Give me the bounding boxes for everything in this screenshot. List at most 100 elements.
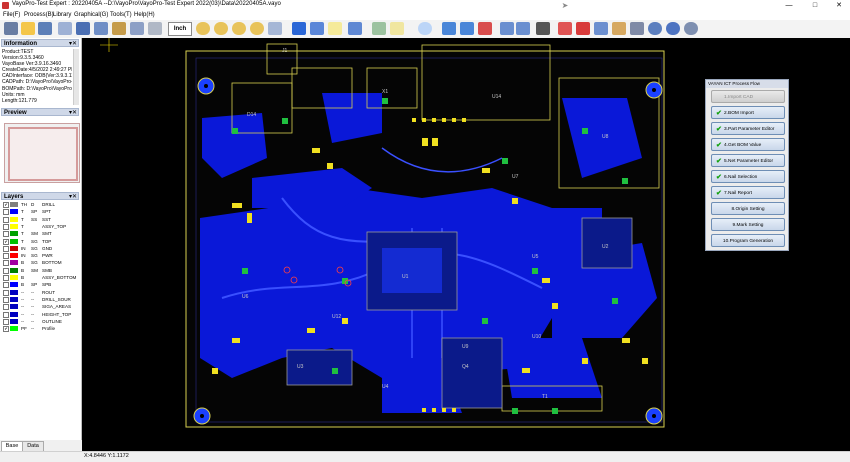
part-icon[interactable] bbox=[94, 22, 108, 35]
layer-icon[interactable] bbox=[310, 22, 324, 35]
unit-select[interactable]: Inch bbox=[168, 22, 192, 36]
layer-row[interactable]: T SS SST bbox=[2, 216, 80, 223]
layer-color-swatch[interactable] bbox=[10, 296, 18, 302]
layer-checkbox[interactable] bbox=[3, 289, 9, 296]
process-step-button[interactable]: 9.Mark Setting bbox=[711, 218, 785, 231]
layer-checkbox[interactable]: ✔ bbox=[3, 326, 9, 333]
note-icon[interactable] bbox=[328, 22, 342, 35]
menu-help[interactable]: Help(H) bbox=[134, 11, 155, 20]
folder-icon[interactable] bbox=[21, 22, 35, 35]
layer-color-swatch[interactable] bbox=[10, 282, 18, 288]
maximize-button[interactable]: □ bbox=[802, 0, 828, 11]
document-icon[interactable] bbox=[594, 22, 608, 35]
pointer-icon[interactable] bbox=[148, 22, 162, 35]
zoom-out-icon[interactable] bbox=[214, 22, 228, 35]
layer-row[interactable]: T SP SPT bbox=[2, 208, 80, 216]
layer-row[interactable]: B ASSY_BOTTOM bbox=[2, 274, 80, 281]
close-icon[interactable]: ✕ bbox=[72, 109, 77, 117]
measure-icon[interactable] bbox=[612, 22, 626, 35]
import-icon[interactable] bbox=[58, 22, 72, 35]
layer-checkbox[interactable] bbox=[3, 282, 9, 289]
minimize-button[interactable]: — bbox=[776, 0, 802, 11]
layer-row[interactable]: T ASSY_TOP bbox=[2, 223, 80, 230]
menu-process[interactable]: Process(B) bbox=[24, 11, 54, 20]
info-scrollbar[interactable] bbox=[73, 49, 79, 105]
process-step-button[interactable]: 1.Import CAD bbox=[711, 90, 785, 103]
arrow-down-icon[interactable] bbox=[460, 22, 474, 35]
layer-row[interactable]: -- -- SIGA_AREAS bbox=[2, 303, 80, 311]
process-step-button[interactable]: ✔ 6.Nail Selection bbox=[711, 170, 785, 183]
export-icon[interactable] bbox=[500, 22, 514, 35]
layer-row[interactable]: IN SG GND bbox=[2, 245, 80, 252]
pan-icon[interactable] bbox=[268, 22, 282, 35]
process-step-button[interactable]: ✔ 7.Nail Report bbox=[711, 186, 785, 199]
layer-color-swatch[interactable] bbox=[10, 209, 18, 215]
highlight-icon[interactable] bbox=[372, 22, 386, 35]
layer-checkbox[interactable] bbox=[3, 253, 9, 260]
layer-row[interactable]: -- -- DRILL_SOUR bbox=[2, 296, 80, 303]
close-icon[interactable]: ✕ bbox=[72, 193, 77, 201]
layer-color-swatch[interactable] bbox=[10, 253, 18, 259]
stop-icon[interactable] bbox=[478, 22, 492, 35]
target-icon[interactable] bbox=[648, 22, 662, 35]
process-step-button[interactable]: ✔ 3.Part Parameter Editor bbox=[711, 122, 785, 135]
layer-checkbox[interactable] bbox=[3, 311, 9, 318]
layer-checkbox[interactable] bbox=[3, 216, 9, 223]
zoom-window-icon[interactable] bbox=[250, 22, 264, 35]
paint-icon[interactable] bbox=[348, 22, 362, 35]
layer-color-swatch[interactable] bbox=[10, 202, 18, 207]
layer-row[interactable]: -- -- HEIGHT_TOP bbox=[2, 311, 80, 318]
preview-pane[interactable] bbox=[4, 123, 80, 183]
layer-checkbox[interactable] bbox=[3, 318, 9, 325]
layer-checkbox[interactable] bbox=[3, 296, 9, 303]
menu-tools[interactable]: Tools(T) bbox=[110, 11, 132, 20]
layer-checkbox[interactable]: ✔ bbox=[3, 202, 9, 208]
connector-icon[interactable] bbox=[536, 22, 550, 35]
grid-icon[interactable] bbox=[292, 22, 306, 35]
menu-file[interactable]: File(F) bbox=[3, 11, 20, 20]
close-button[interactable]: ✕ bbox=[826, 0, 850, 11]
layer-row[interactable]: T SM SMT bbox=[2, 230, 80, 238]
process-step-button[interactable]: 10.Program Generation bbox=[711, 234, 785, 247]
layer-color-swatch[interactable] bbox=[10, 260, 18, 266]
layer-row[interactable]: ✔ TH D DRILL bbox=[2, 201, 80, 208]
layer-color-swatch[interactable] bbox=[10, 318, 18, 324]
layer-color-swatch[interactable] bbox=[10, 231, 18, 237]
layer-row[interactable]: B SP SPB bbox=[2, 281, 80, 289]
layer-row[interactable]: B SM SMB bbox=[2, 267, 80, 274]
close-icon[interactable]: ✕ bbox=[72, 40, 77, 48]
text-icon[interactable] bbox=[390, 22, 404, 35]
process-step-button[interactable]: ✔ 4.Get BOM Value bbox=[711, 138, 785, 151]
layer-row[interactable]: -- -- OUTLINE bbox=[2, 318, 80, 325]
compass-icon[interactable] bbox=[666, 22, 680, 35]
zoom-in-icon[interactable] bbox=[196, 22, 210, 35]
print-icon[interactable] bbox=[516, 22, 530, 35]
layer-row[interactable]: ✔ PF -- Profile bbox=[2, 325, 80, 333]
bom-icon[interactable] bbox=[76, 22, 90, 35]
layer-checkbox[interactable]: ✔ bbox=[3, 238, 9, 245]
layer-row[interactable]: -- -- ROUT bbox=[2, 289, 80, 296]
process-step-button[interactable]: 8.Origin Setting bbox=[711, 202, 785, 215]
lightbulb-icon[interactable] bbox=[418, 22, 432, 35]
layer-checkbox[interactable] bbox=[3, 304, 9, 311]
arrow-up-icon[interactable] bbox=[442, 22, 456, 35]
report-icon[interactable] bbox=[558, 22, 572, 35]
zoom-fit-icon[interactable] bbox=[232, 22, 246, 35]
layer-color-swatch[interactable] bbox=[10, 267, 18, 273]
menu-library[interactable]: Library bbox=[53, 11, 71, 20]
layer-color-swatch[interactable] bbox=[10, 289, 18, 295]
process-step-button[interactable]: ✔ 5.Net Parameter Editor bbox=[711, 154, 785, 167]
menu-graphical[interactable]: Graphical(G) bbox=[74, 11, 108, 20]
probe-icon[interactable] bbox=[112, 22, 126, 35]
layer-checkbox[interactable] bbox=[3, 209, 9, 216]
layer-color-swatch[interactable] bbox=[10, 245, 18, 251]
pdf-icon[interactable] bbox=[576, 22, 590, 35]
layer-color-swatch[interactable] bbox=[10, 304, 18, 310]
layer-color-swatch[interactable] bbox=[10, 275, 18, 280]
process-step-button[interactable]: ✔ 2.BOM Import bbox=[711, 106, 785, 119]
layer-color-swatch[interactable] bbox=[10, 238, 18, 244]
save-icon[interactable] bbox=[38, 22, 52, 35]
layer-row[interactable]: IN SG PWR bbox=[2, 252, 80, 260]
layer-color-swatch[interactable] bbox=[10, 216, 18, 222]
chart-icon[interactable] bbox=[630, 22, 644, 35]
